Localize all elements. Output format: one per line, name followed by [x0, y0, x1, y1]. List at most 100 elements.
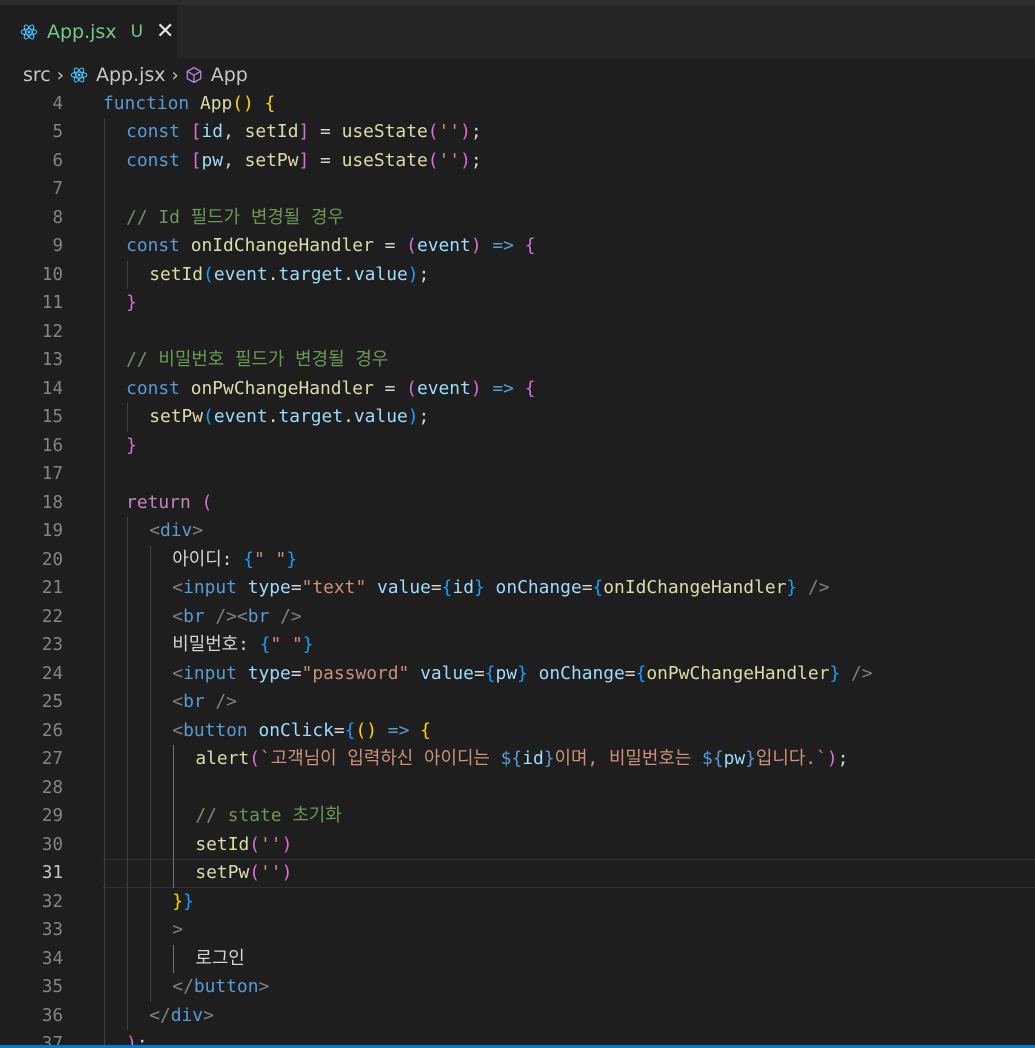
- line-number: 20: [41, 549, 63, 570]
- code-token: ]: [298, 149, 310, 171]
- code-line[interactable]: 34 로그인: [0, 945, 1035, 974]
- code-token: }: [302, 634, 314, 655]
- code-line[interactable]: 33 >: [0, 916, 1035, 945]
- indent-guide: [150, 545, 152, 1002]
- code-token: >: [258, 976, 270, 997]
- code-token: ;: [837, 748, 849, 769]
- code-line[interactable]: 35 </button>: [0, 973, 1035, 1002]
- line-number: 10: [41, 264, 63, 285]
- line-number: 18: [41, 492, 63, 513]
- code-line[interactable]: 17: [0, 460, 1035, 489]
- breadcrumb-symbol[interactable]: App: [211, 64, 248, 86]
- code-token: ): [460, 149, 471, 171]
- code-line[interactable]: 36 </div>: [0, 1002, 1035, 1031]
- code-line[interactable]: 27 alert(`고객님이 입력하신 아이디는 ${id}이며, 비밀번호는 $…: [0, 745, 1035, 774]
- code-token: // 비밀번호 필드가 변경될 경우: [126, 349, 389, 370]
- chevron-right-icon: ›: [56, 64, 64, 86]
- code-text: <button onClick={() => {: [172, 717, 431, 746]
- code-token: {: [344, 719, 356, 741]
- code-token: />: [851, 662, 873, 684]
- code-token: br: [247, 605, 270, 627]
- code-line[interactable]: 14 const onPwChangeHandler = (event) => {: [0, 375, 1035, 404]
- code-text: 비밀번호: {" "}: [172, 631, 313, 660]
- line-number: 30: [41, 834, 63, 855]
- code-line[interactable]: 6 const [pw, setPw] = useState('');: [0, 147, 1035, 176]
- line-number: 25: [41, 692, 63, 712]
- code-token: ,: [223, 121, 245, 142]
- code-line[interactable]: 25 <br />: [0, 688, 1035, 717]
- code-token: id: [522, 748, 544, 769]
- code-line[interactable]: 20 아이디: {" "}: [0, 546, 1035, 575]
- code-line[interactable]: 15 setPw(event.target.value);: [0, 403, 1035, 432]
- code-line[interactable]: 24 <input type="password" value={pw} onCh…: [0, 660, 1035, 689]
- code-token: {: [264, 92, 276, 114]
- code-line[interactable]: 5 const [id, setId] = useState('');: [0, 118, 1035, 147]
- breadcrumb-file[interactable]: App.jsx: [96, 64, 166, 86]
- code-token: ,: [223, 149, 245, 171]
- code-token: />: [215, 691, 237, 712]
- line-number: 24: [41, 663, 63, 684]
- code-line[interactable]: 7: [0, 175, 1035, 204]
- code-line[interactable]: 13 // 비밀번호 필드가 변경될 경우: [0, 346, 1035, 375]
- code-token: {: [635, 662, 647, 684]
- code-line[interactable]: 32}}: [0, 888, 1035, 917]
- tab-app-jsx[interactable]: App.jsx U ✕: [0, 5, 177, 58]
- code-token: div: [170, 1004, 204, 1026]
- cube-symbol-icon: [186, 66, 202, 84]
- code-line[interactable]: 26 <button onClick={() => {: [0, 717, 1035, 746]
- code-line[interactable]: 16}: [0, 432, 1035, 461]
- code-token: div: [159, 520, 193, 541]
- code-line[interactable]: 22 <br /><br />: [0, 603, 1035, 632]
- code-text: 로그인: [195, 945, 244, 974]
- code-token: input: [183, 577, 237, 598]
- code-token: >: [192, 520, 204, 541]
- code-line[interactable]: 9 const onIdChangeHandler = (event) => {: [0, 232, 1035, 261]
- code-text: <div>: [149, 517, 203, 546]
- line-number: 14: [41, 378, 63, 399]
- code-line[interactable]: 30 setId(''): [0, 831, 1035, 860]
- code-token: [: [190, 121, 202, 142]
- code-token: onIdChangeHandler: [603, 577, 787, 598]
- code-line[interactable]: 28: [0, 774, 1035, 803]
- code-line[interactable]: 21 <input type="text" value={id} onChange…: [0, 574, 1035, 603]
- code-token: (: [406, 377, 417, 399]
- breadcrumb-folder[interactable]: src: [23, 64, 51, 86]
- code-text: setPw(event.target.value);: [149, 403, 429, 432]
- code-line[interactable]: 18 return (: [0, 489, 1035, 518]
- code-line[interactable]: 8 // Id 필드가 변경될 경우: [0, 204, 1035, 233]
- code-token: value: [420, 662, 474, 684]
- code-line[interactable]: 19 <div>: [0, 517, 1035, 546]
- code-text: const [id, setId] = useState('');: [126, 118, 482, 147]
- code-line[interactable]: 4 function App() {: [0, 92, 1035, 118]
- line-number: 7: [52, 179, 63, 199]
- code-line[interactable]: 12: [0, 318, 1035, 347]
- code-token: id: [201, 121, 224, 142]
- code-token: ${: [702, 748, 724, 769]
- code-token: // Id 필드가 변경될 경우: [126, 206, 344, 228]
- code-line[interactable]: 23 비밀번호: {" "}: [0, 631, 1035, 660]
- code-token: }: [183, 890, 194, 912]
- code-token: id: [452, 577, 474, 598]
- code-token: '': [438, 121, 461, 142]
- code-line[interactable]: 29 // state 초기화: [0, 802, 1035, 831]
- indent-guide: [173, 944, 175, 973]
- code-line[interactable]: 10 setId(event.target.value);: [0, 261, 1035, 290]
- code-text: }: [126, 289, 137, 318]
- code-token: useState: [341, 121, 428, 142]
- code-token: =: [333, 719, 345, 741]
- code-token: useState: [341, 149, 428, 171]
- code-editor[interactable]: 4 function App() {5 const [id, setId] = us…: [0, 92, 1035, 1048]
- code-token: {: [441, 577, 453, 598]
- code-line[interactable]: 11}: [0, 289, 1035, 318]
- code-token: =: [290, 577, 302, 598]
- code-token: setId: [149, 263, 204, 285]
- code-line[interactable]: 31 setPw(''): [0, 859, 1035, 888]
- indent-guide: [104, 118, 105, 1048]
- code-token: }: [286, 548, 298, 570]
- close-icon[interactable]: ✕: [156, 19, 174, 44]
- code-token: target: [278, 263, 344, 285]
